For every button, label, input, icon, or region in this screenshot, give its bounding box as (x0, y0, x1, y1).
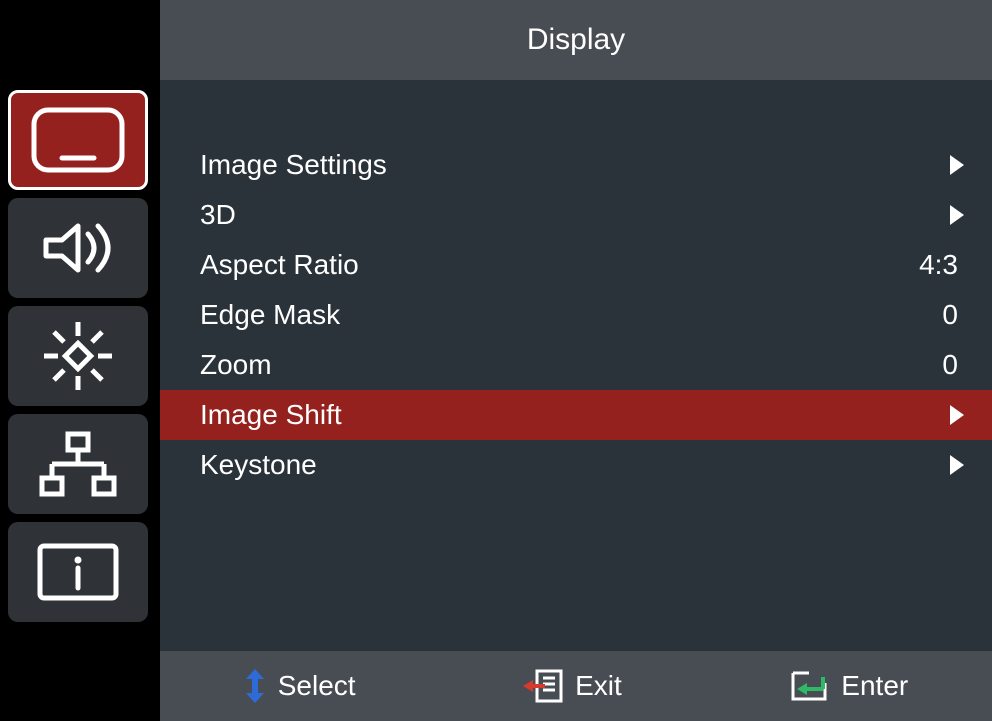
sidebar-item-audio[interactable] (8, 198, 148, 298)
updown-arrows-icon (244, 669, 266, 703)
page-title: Display (527, 23, 625, 57)
osd-root: Display (0, 0, 992, 721)
menu-item-aspect-ratio[interactable]: Aspect Ratio 4:3 (160, 240, 992, 290)
title-spacer (0, 0, 160, 80)
menu-item-edge-mask[interactable]: Edge Mask 0 (160, 290, 992, 340)
footer-exit: Exit (523, 669, 622, 703)
menu-panel: Image Settings 3D Aspect Ratio 4:3 Edge … (160, 80, 992, 651)
menu-item-image-shift[interactable]: Image Shift (160, 390, 992, 440)
chevron-right-icon (950, 455, 964, 475)
monitor-icon (28, 104, 128, 176)
footer-select-label: Select (278, 670, 356, 702)
chevron-right-icon (950, 155, 964, 175)
sidebar-item-setup[interactable] (8, 306, 148, 406)
menu-label: Zoom (200, 349, 942, 381)
gear-icon (38, 316, 118, 396)
network-icon (28, 428, 128, 500)
footer-exit-label: Exit (575, 670, 622, 702)
menu-value: 0 (942, 349, 958, 381)
chevron-right-icon (950, 405, 964, 425)
menu-item-image-settings[interactable]: Image Settings (160, 140, 992, 190)
exit-icon (523, 669, 563, 703)
menu-item-3d[interactable]: 3D (160, 190, 992, 240)
menu-item-zoom[interactable]: Zoom 0 (160, 340, 992, 390)
sidebar (0, 80, 160, 721)
sidebar-item-display[interactable] (8, 90, 148, 190)
sidebar-item-network[interactable] (8, 414, 148, 514)
menu-value: 0 (942, 299, 958, 331)
footer-enter-label: Enter (841, 670, 908, 702)
menu-label: Edge Mask (200, 299, 942, 331)
footer-bar: Select Exit (160, 651, 992, 721)
enter-icon (789, 669, 829, 703)
menu-item-keystone[interactable]: Keystone (160, 440, 992, 490)
menu-label: Image Settings (200, 149, 944, 181)
title-bar: Display (160, 0, 992, 80)
menu-label: Image Shift (200, 399, 944, 431)
sidebar-item-info[interactable] (8, 522, 148, 622)
menu-label: Keystone (200, 449, 944, 481)
menu-label: 3D (200, 199, 944, 231)
footer-enter: Enter (789, 669, 908, 703)
speaker-icon (28, 212, 128, 284)
menu-label: Aspect Ratio (200, 249, 919, 281)
menu-value: 4:3 (919, 249, 958, 281)
chevron-right-icon (950, 205, 964, 225)
info-icon (28, 536, 128, 608)
footer-select: Select (244, 669, 356, 703)
